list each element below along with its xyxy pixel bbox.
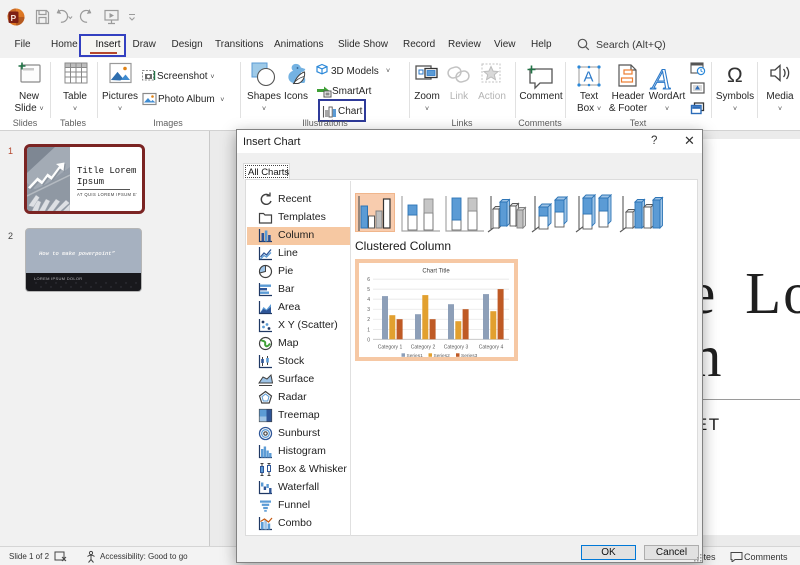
svg-text:P: P: [11, 13, 17, 23]
svg-text:3: 3: [367, 307, 370, 313]
svg-text:LOREM IPSUM DOLOR: LOREM IPSUM DOLOR: [34, 276, 82, 281]
svg-text:Ω: Ω: [727, 64, 743, 87]
svg-text:6: 6: [367, 277, 370, 283]
svg-text:A: A: [650, 63, 671, 96]
svg-text:1: 1: [367, 327, 370, 333]
svg-text:5: 5: [367, 287, 370, 293]
svg-text:Category 1: Category 1: [378, 345, 403, 351]
svg-text:Chart Title: Chart Title: [422, 269, 450, 275]
svg-text:Series1: Series1: [407, 353, 424, 357]
svg-text:AT QUIS LOREM IPSUM ET: AT QUIS LOREM IPSUM ET: [77, 192, 137, 197]
svg-text:Category 2: Category 2: [411, 345, 436, 351]
svg-text:2: 2: [367, 317, 370, 323]
svg-text:A: A: [584, 69, 594, 86]
svg-text:Category 4: Category 4: [479, 345, 504, 351]
svg-text:0: 0: [367, 337, 370, 343]
svg-text:Series3: Series3: [461, 353, 478, 357]
svg-text:Category 3: Category 3: [444, 345, 469, 351]
svg-text:4: 4: [367, 297, 370, 303]
svg-text:Series2: Series2: [434, 353, 451, 357]
